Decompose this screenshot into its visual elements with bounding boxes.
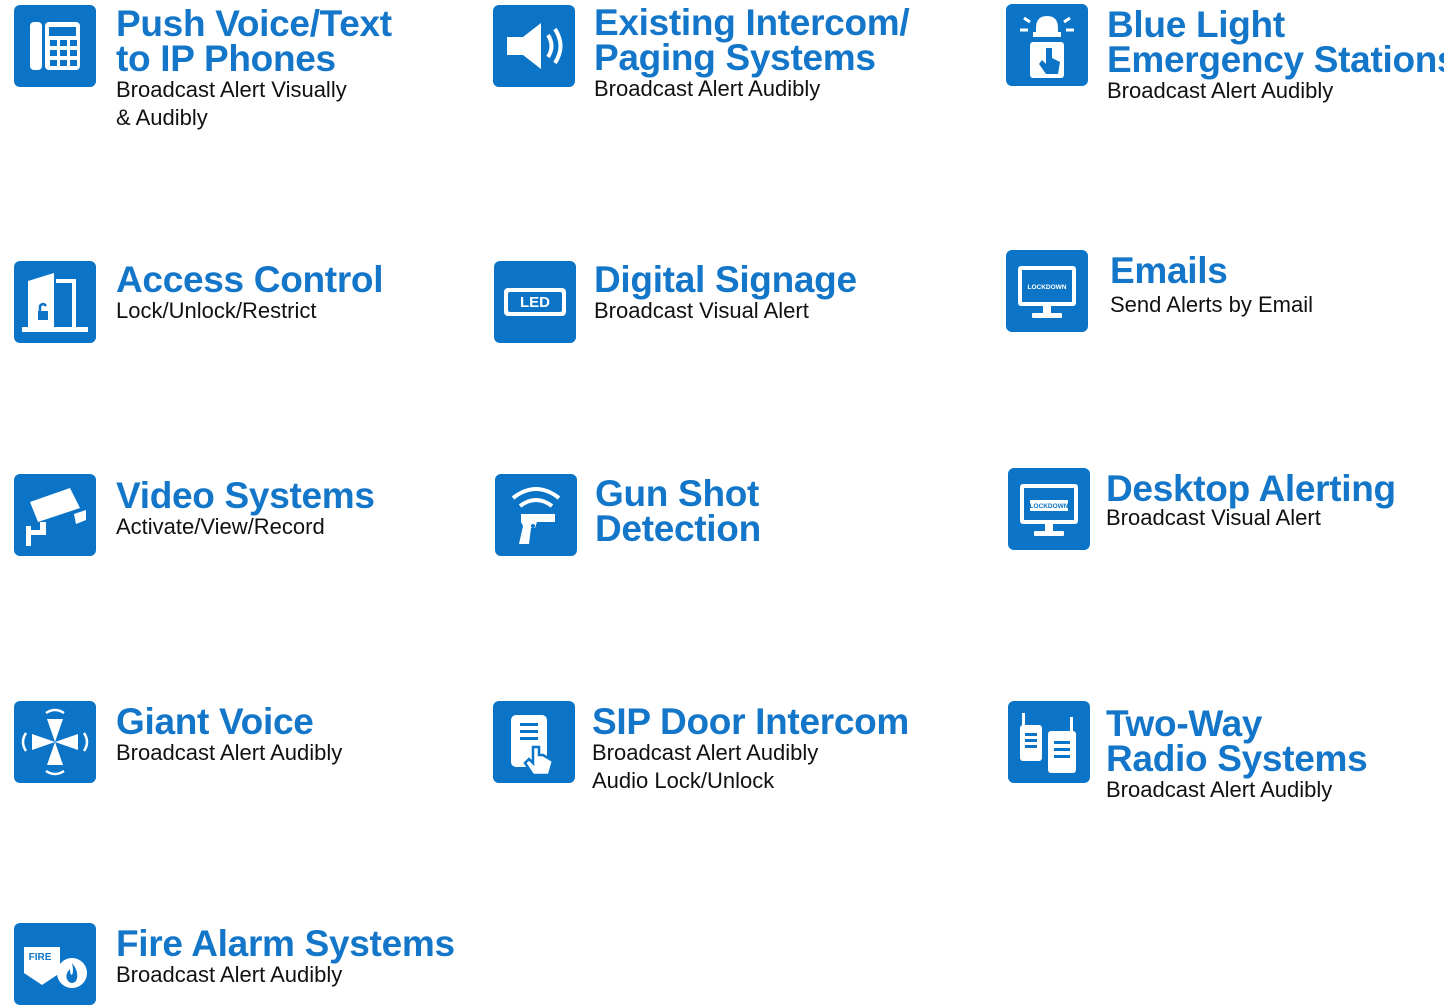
two-way-radio-icon xyxy=(1008,701,1090,783)
door-lock-icon xyxy=(14,261,96,343)
feature-subtitle: Broadcast Alert Audibly xyxy=(116,740,343,765)
feature-title: Digital Signage xyxy=(594,259,857,300)
feature-title: Existing Intercom/Paging Systems xyxy=(594,2,910,78)
feature-title: SIP Door Intercom xyxy=(592,701,910,742)
ip-phone-icon xyxy=(14,5,96,87)
led-sign-icon: LED xyxy=(494,261,576,343)
feature-title: Push Voice/Text to IP Phones xyxy=(116,3,392,79)
svg-text:LOCKDOWN: LOCKDOWN xyxy=(1030,503,1069,510)
giant-voice-icon xyxy=(14,701,96,783)
door-intercom-icon xyxy=(493,701,575,783)
feature-title: Fire Alarm Systems xyxy=(116,923,455,964)
feature-title: Giant Voice xyxy=(116,701,314,742)
feature-subtitle: Lock/Unlock/Restrict xyxy=(116,298,317,323)
feature-title: Blue Light Emergency Stations xyxy=(1107,4,1444,80)
svg-text:LOCKDOWN: LOCKDOWN xyxy=(1028,284,1067,291)
fire-alarm-icon: FIRE xyxy=(14,923,96,1005)
feature-subtitle: Activate/View/Record xyxy=(116,514,325,539)
security-camera-icon xyxy=(14,474,96,556)
feature-subtitle: Broadcast Alert Audibly xyxy=(1107,78,1334,103)
email-monitor-icon: LOCKDOWN xyxy=(1006,250,1088,332)
svg-text:FIRE: FIRE xyxy=(29,952,52,963)
feature-subtitle: Broadcast Alert Audibly xyxy=(116,962,343,987)
svg-text:LED: LED xyxy=(520,294,550,311)
feature-title: Gun Shot Detection xyxy=(595,473,761,549)
feature-subtitle: Broadcast Alert Audibly xyxy=(1106,777,1333,802)
feature-title: Access Control xyxy=(116,259,384,300)
feature-subtitle: Broadcast Alert Visually & Audibly xyxy=(116,77,347,130)
feature-subtitle: Broadcast Alert Audibly Audio Lock/Unlock xyxy=(592,740,819,793)
blue-light-station-icon xyxy=(1006,4,1088,86)
speaker-icon xyxy=(493,5,575,87)
feature-subtitle: Broadcast Alert Audibly xyxy=(594,76,821,101)
feature-title: Video Systems xyxy=(116,475,375,516)
feature-subtitle: Broadcast Visual Alert xyxy=(594,298,809,323)
feature-title: Emails xyxy=(1110,250,1228,291)
desktop-monitor-icon: LOCKDOWN xyxy=(1008,468,1090,550)
feature-title: Desktop Alerting xyxy=(1106,468,1396,509)
feature-title: Two-Way Radio Systems xyxy=(1106,703,1368,779)
feature-subtitle: Send Alerts by Email xyxy=(1110,292,1313,317)
gun-detection-icon xyxy=(495,474,577,556)
